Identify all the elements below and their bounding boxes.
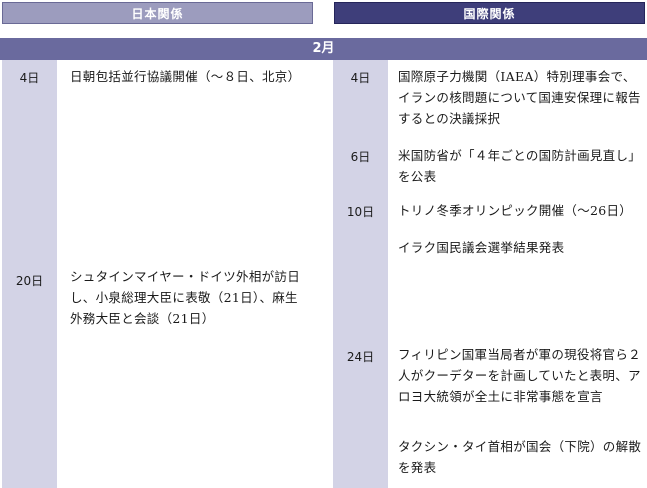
column-separator	[313, 60, 333, 488]
intl-event-text: トリノ冬季オリンピック開催（～26日）	[398, 203, 633, 218]
intl-event-text: イラク国民議会選挙結果発表	[398, 240, 565, 255]
intl-event-date: 6日	[350, 150, 371, 164]
international-date-column	[333, 60, 388, 488]
intl-event-date: 4日	[350, 71, 371, 85]
intl-event-text: 米国防省が「４年ごとの国防計画見直し」を公表	[398, 148, 642, 184]
intl-event-text: 国際原子力機関（IAEA）特別理事会で、イランの核問題について国連安保理に報告す…	[398, 69, 641, 126]
intl-event-date: 24日	[346, 350, 375, 364]
international-relations-header: 国際関係	[334, 2, 645, 24]
japan-event-text: 日朝包括並行協議開催（～８日、北京）	[70, 69, 301, 84]
intl-event-text: タクシン・タイ首相が国会（下院）の解散を発表	[398, 439, 642, 475]
japan-event-text: シュタインマイヤー・ドイツ外相が訪日し、小泉総理大臣に表敬（21日）、麻生外務大…	[70, 269, 301, 326]
japan-event-date: 4日	[19, 71, 40, 85]
month-bar: 2月	[0, 38, 647, 60]
intl-event-text: フィリピン国軍当局者が軍の現役将官ら２人がクーデターを計画していたと表明、アロヨ…	[398, 347, 641, 404]
intl-event-date: 10日	[346, 205, 375, 219]
japan-relations-header: 日本関係	[2, 2, 313, 24]
japan-event-date: 20日	[15, 274, 44, 288]
